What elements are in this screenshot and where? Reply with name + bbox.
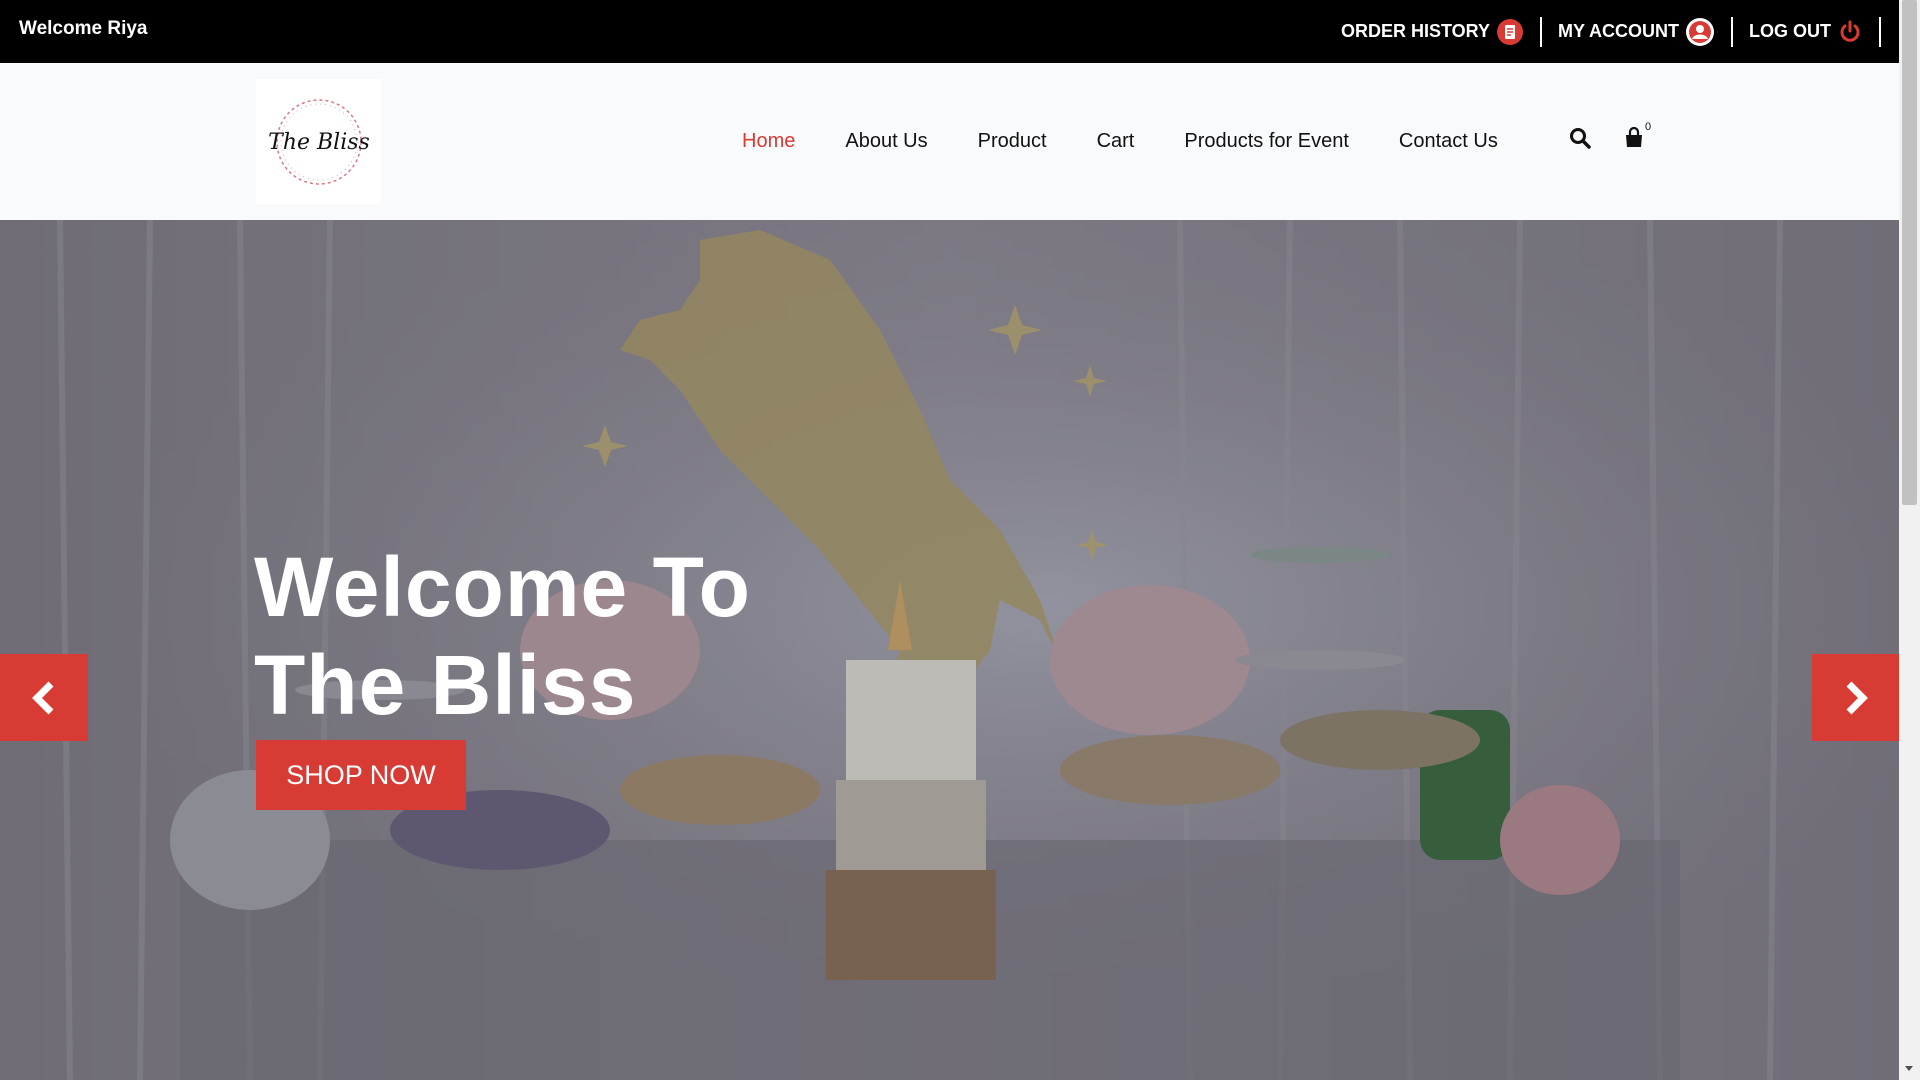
user-icon xyxy=(1685,17,1715,47)
order-history-label: ORDER HISTORY xyxy=(1340,21,1490,41)
site-header: The Bliss Home About Us Product Cart Pro… xyxy=(0,63,1899,220)
chevron-right-icon xyxy=(1846,681,1868,714)
scroll-down-arrow-icon[interactable] xyxy=(1905,1066,1913,1071)
logo[interactable]: The Bliss xyxy=(256,79,381,204)
order-history-icon xyxy=(1496,18,1524,46)
top-bar: Welcome Riya ORDER HISTORY MY ACCOUNT LO… xyxy=(0,0,1899,63)
welcome-text: Welcome Riya xyxy=(19,18,148,39)
nav-contact-us[interactable]: Contact Us xyxy=(1399,130,1498,153)
cart-count-badge: 0 xyxy=(1645,121,1652,133)
hero-title-line-1: Welcome To xyxy=(254,540,751,634)
hero-title-line-2: The Bliss xyxy=(254,638,637,732)
nav-product[interactable]: Product xyxy=(978,130,1047,153)
main-nav: Home About Us Product Cart Products for … xyxy=(742,63,1548,220)
shop-now-button[interactable]: SHOP NOW xyxy=(256,740,466,810)
power-icon xyxy=(1837,19,1863,45)
shopping-bag-icon[interactable] xyxy=(1624,126,1644,154)
wreath-logo-icon: The Bliss xyxy=(268,98,370,185)
log-out-label: LOG OUT xyxy=(1749,21,1831,41)
chevron-left-icon xyxy=(32,681,54,714)
search-icon[interactable] xyxy=(1569,127,1591,154)
logo-text: The Bliss xyxy=(268,130,370,155)
slider-prev-button[interactable] xyxy=(0,654,88,741)
nav-cart[interactable]: Cart xyxy=(1097,130,1135,153)
top-links: ORDER HISTORY MY ACCOUNT LOG OUT xyxy=(1325,0,1881,63)
order-history-link[interactable]: ORDER HISTORY xyxy=(1325,18,1540,46)
nav-home[interactable]: Home xyxy=(742,130,795,153)
nav-about-us[interactable]: About Us xyxy=(845,130,927,153)
hero-title: Welcome To The Bliss xyxy=(254,538,954,734)
log-out-link[interactable]: LOG OUT xyxy=(1733,19,1879,45)
my-account-link[interactable]: MY ACCOUNT xyxy=(1542,17,1731,47)
nav-products-for-event[interactable]: Products for Event xyxy=(1184,130,1349,153)
slider-next-button[interactable] xyxy=(1812,654,1899,741)
hero-slider: Welcome To The Bliss SHOP NOW xyxy=(0,220,1899,1080)
scrollbar-thumb[interactable] xyxy=(1902,0,1917,505)
divider xyxy=(1879,16,1881,47)
page-scrollbar[interactable] xyxy=(1899,0,1920,1080)
my-account-label: MY ACCOUNT xyxy=(1558,21,1679,41)
